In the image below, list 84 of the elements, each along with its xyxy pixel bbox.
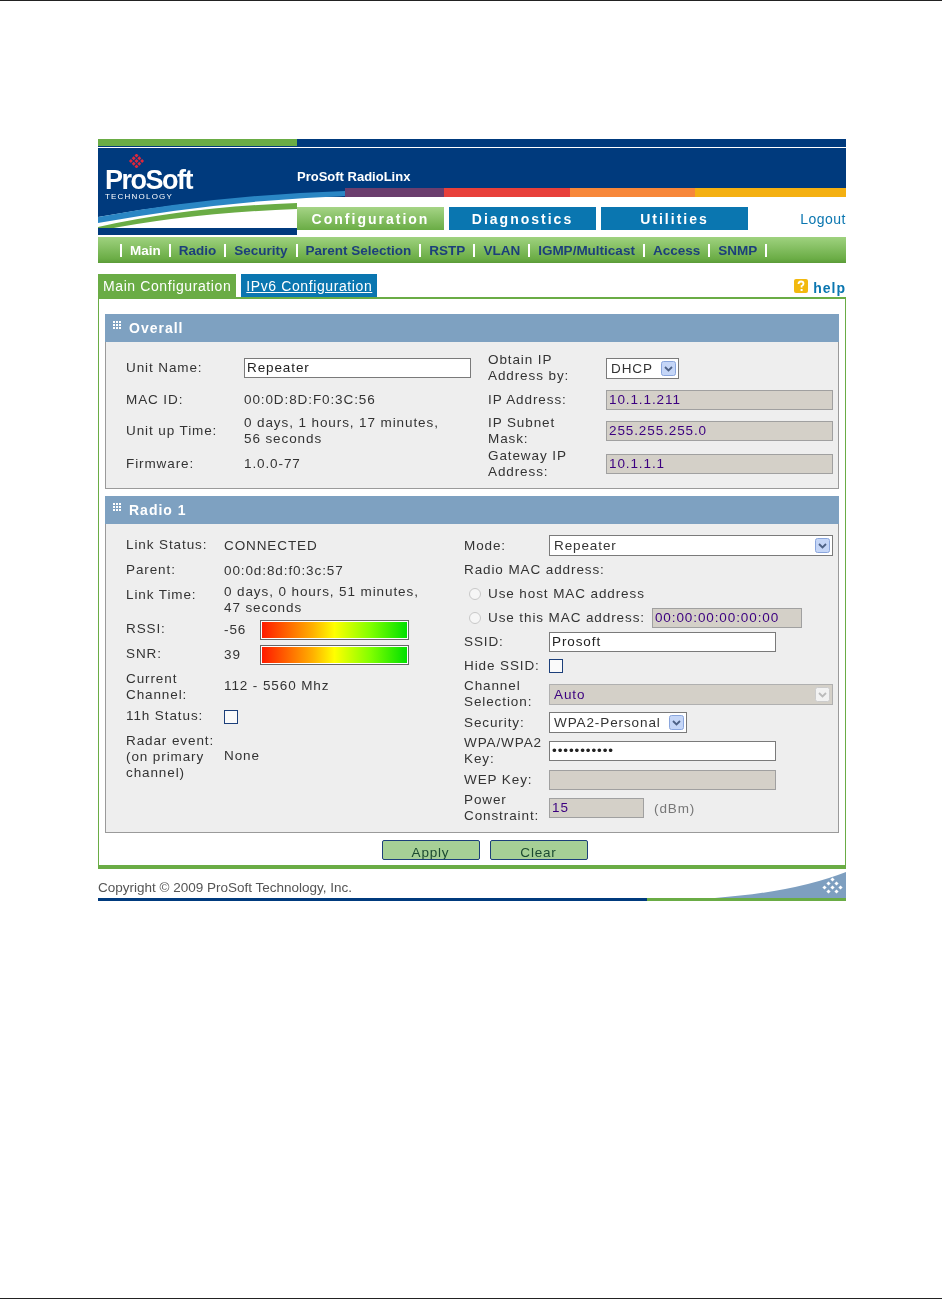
field-value: -56 (224, 621, 248, 638)
nav-link[interactable]: Radio (178, 242, 217, 258)
nav-link[interactable]: VLAN (483, 242, 521, 258)
field-label: Firmware: (126, 456, 196, 472)
field-label: Link Status: (126, 536, 209, 553)
dropdown[interactable]: Repeater (549, 535, 833, 556)
nav-link[interactable]: Parent Selection (305, 242, 412, 258)
field-label: MAC ID: (126, 391, 185, 408)
radio-label: Use host MAC address (488, 585, 645, 602)
readonly-field[interactable]: 255.255.255.0 (606, 421, 833, 441)
field-label: Mode: (464, 537, 508, 554)
field-label: Hide SSID: (464, 657, 541, 674)
input-field[interactable]: ••••••••••• (549, 741, 776, 761)
field-label: Parent: (126, 561, 177, 578)
dropdown[interactable]: WPA2-Personal (549, 712, 687, 733)
form-button[interactable]: Apply (381, 840, 480, 860)
input-field[interactable]: Repeater (244, 358, 471, 378)
radio-button[interactable] (469, 587, 481, 600)
help-icon[interactable] (794, 278, 809, 293)
field-label: SNR: (126, 645, 163, 662)
page-tab[interactable]: Main Configuration (98, 274, 237, 297)
field-label: Gateway IP Address: (488, 448, 568, 480)
field-label: Security: (464, 714, 526, 731)
field-label: Current Channel: (126, 670, 189, 703)
field-value: 0 days, 0 hours, 51 minutes, 47 seconds (224, 584, 420, 616)
radio-label: Use this MAC address: (488, 609, 645, 626)
field-value: 39 (224, 646, 242, 663)
logo-tagline: TECHNOLOGY (105, 192, 173, 201)
radio-button[interactable] (469, 611, 481, 624)
field-label: Link Time: (126, 586, 198, 603)
field-label: Obtain IP Address by: (488, 352, 571, 384)
field-label: Unit up Time: (126, 423, 219, 439)
field-label: IP Subnet Mask: (488, 415, 557, 447)
caret-icon (668, 715, 684, 730)
checkbox[interactable] (549, 658, 563, 673)
field-value: 1.0.0-77 (244, 456, 301, 472)
readonly-field[interactable]: 10.1.1.1 (606, 454, 833, 474)
copyright-text: Copyright © 2009 ProSoft Technology, Inc. (98, 880, 353, 896)
nav-link[interactable]: RSTP (429, 242, 466, 258)
dropdown[interactable]: DHCP (606, 357, 679, 379)
nav-link[interactable]: IGMP/Multicast (538, 242, 635, 258)
help-link[interactable]: help (813, 279, 846, 296)
field-label: WEP Key: (464, 771, 534, 788)
caret-icon (815, 686, 830, 702)
field-label: Unit Name: (126, 360, 204, 376)
field-label: IP Address: (488, 391, 568, 408)
caret-icon (660, 360, 676, 376)
section-title: Overall (129, 320, 184, 336)
field-value: 112 - 5560 Mhz (224, 677, 330, 694)
nav-link[interactable]: Security (234, 242, 288, 258)
readonly-field[interactable]: 10.1.1.211 (606, 389, 833, 410)
main-tab[interactable]: Utilities (601, 207, 748, 230)
field-value: 00:0D:8D:F0:3C:56 (244, 391, 376, 408)
form-button[interactable]: Clear (489, 840, 588, 860)
field-label: SSID: (464, 633, 505, 650)
unit-label: (dBm) (654, 800, 696, 816)
field-value: 00:0d:8d:f0:3c:57 (224, 562, 344, 579)
field-label: Radar event: (on primary channel) (126, 732, 216, 781)
nav-link[interactable]: SNMP (718, 242, 758, 258)
section-title: Radio 1 (129, 502, 187, 518)
readonly-field[interactable] (549, 769, 776, 790)
field-value: CONNECTED (224, 537, 318, 554)
grip-icon (113, 321, 121, 329)
caret-icon (815, 538, 830, 553)
logo-wordmark: ProSoft (105, 168, 192, 192)
field-label: Channel Selection: (464, 678, 534, 710)
readonly-field[interactable]: 15 (549, 798, 644, 818)
nav-link[interactable]: Access (652, 242, 701, 258)
field-label: Radio MAC address: (464, 561, 606, 578)
main-tab[interactable]: Diagnostics (449, 207, 596, 230)
field-value: 0 days, 1 hours, 17 minutes, 56 seconds (244, 415, 440, 447)
mac-address-field[interactable]: 00:00:00:00:00:00 (651, 607, 802, 628)
checkbox[interactable] (224, 709, 238, 724)
field-label: WPA/WPA2 Key: (464, 735, 543, 767)
field-label: RSSI: (126, 620, 167, 637)
input-field[interactable]: Prosoft (549, 631, 776, 652)
page-tab[interactable]: IPv6 Configuration (241, 274, 378, 297)
field-label: 11h Status: (126, 707, 205, 724)
field-label: Power Constraint: (464, 792, 541, 824)
diamond-logo-icon (127, 154, 146, 168)
logout-link[interactable]: Logout (800, 210, 846, 227)
grip-icon (113, 503, 121, 511)
field-value: None (224, 747, 260, 764)
app-title: ProSoft RadioLinx (297, 169, 411, 185)
